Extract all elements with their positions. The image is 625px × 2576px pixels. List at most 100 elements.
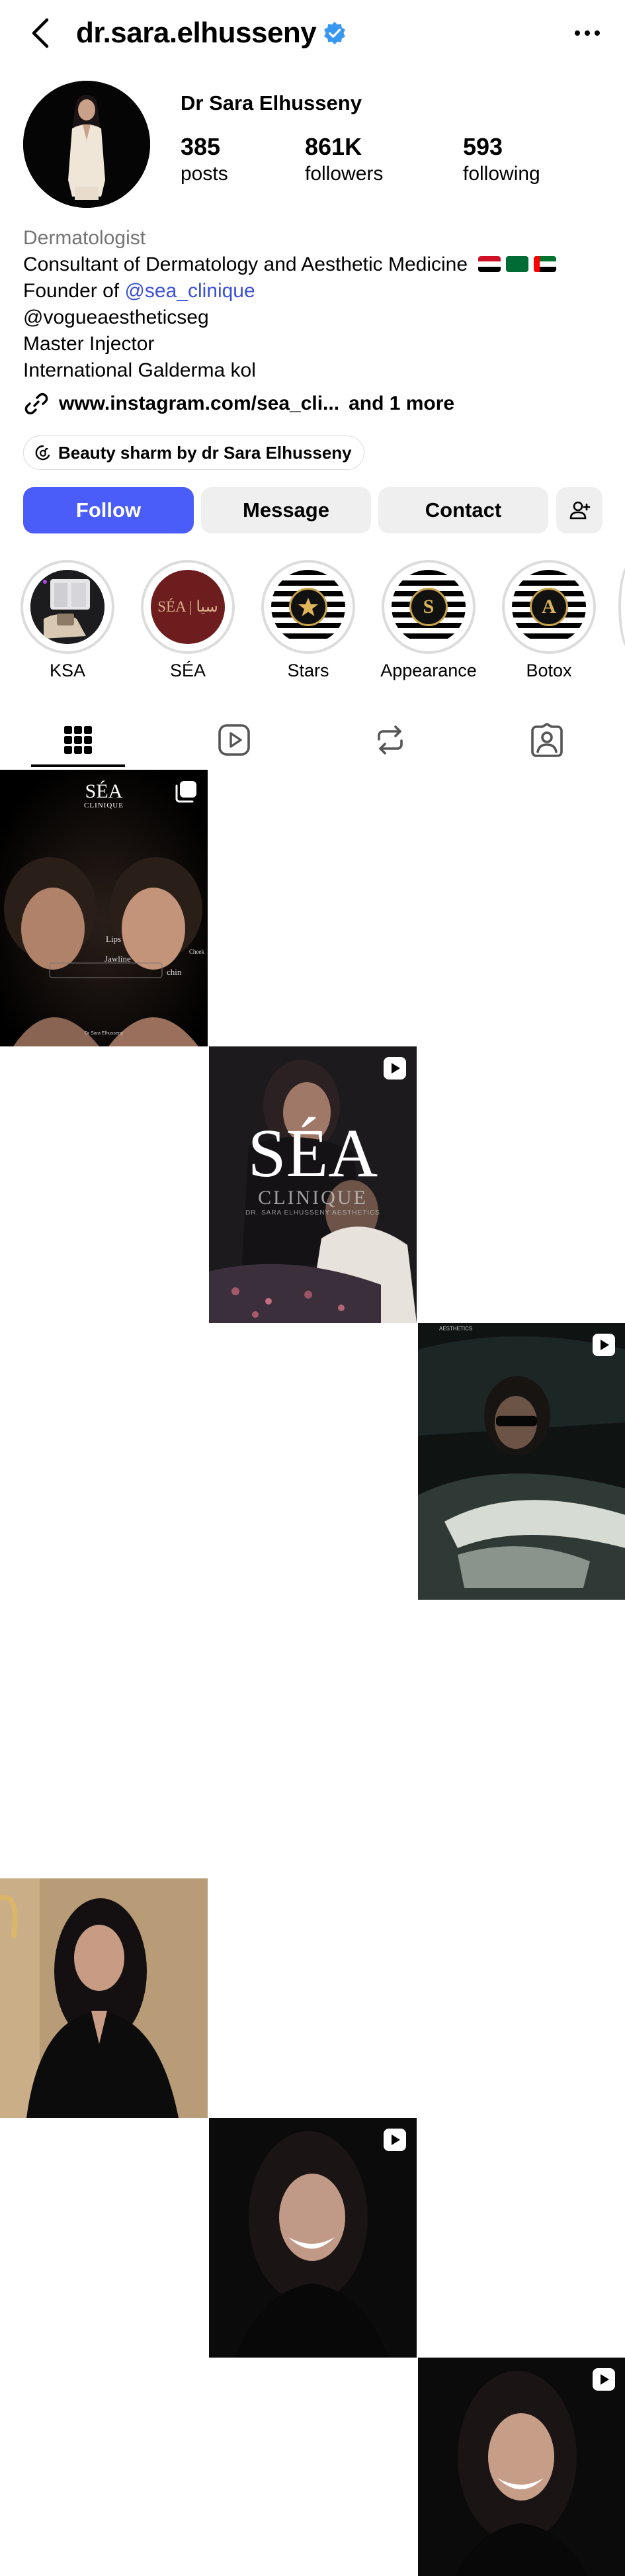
tab-tagged[interactable] — [469, 711, 625, 769]
link-more[interactable]: and 1 more — [349, 392, 454, 415]
following-count: 593 — [463, 133, 503, 160]
message-button[interactable]: Message — [201, 487, 371, 533]
highlight-ring — [261, 560, 355, 654]
highlight-label: Botox — [526, 661, 572, 680]
highlight-cover — [271, 570, 345, 644]
highlight-partial[interactable] — [618, 561, 625, 653]
carousel-icon — [175, 781, 196, 803]
following-stat[interactable]: 593 following — [463, 132, 540, 187]
highlight-cover — [30, 570, 104, 644]
post-thumbnail — [0, 1878, 208, 2118]
post-tagline: DR. SARA ELHUSSENY AESTHETICS — [245, 1209, 380, 1217]
link-icon — [24, 392, 48, 415]
avatar-photo — [23, 81, 150, 208]
highlight-ring: S — [382, 560, 476, 654]
post-thumbnail — [418, 1323, 625, 1600]
followers-label: followers — [305, 163, 384, 185]
post-tag: Lips — [106, 934, 122, 944]
profile-tabs — [0, 711, 625, 769]
post-tag: chin — [167, 967, 182, 977]
bio-line-text: Founder of — [23, 280, 125, 302]
highlight-medal: S — [409, 588, 448, 626]
highlight-cover-image — [30, 570, 104, 644]
grid-post-5[interactable] — [209, 2118, 417, 2358]
followers-count: 861K — [305, 133, 362, 160]
suggested-accounts-button[interactable] — [556, 487, 603, 533]
posts-stat[interactable]: 385 posts — [181, 132, 228, 187]
grid-post-4[interactable] — [0, 1878, 208, 2118]
profile-avatar[interactable] — [23, 81, 150, 208]
tab-reposts[interactable] — [312, 711, 468, 769]
bio-line: Consultant of Dermatology and Aesthetic … — [23, 252, 605, 278]
posts-count: 385 — [181, 133, 221, 160]
bio-line: Founder of @sea_clinique — [23, 278, 605, 304]
contact-button[interactable]: Contact — [378, 487, 548, 533]
tagged-icon — [531, 723, 563, 757]
bio-line: @vogueaestheticseg — [23, 306, 209, 328]
repost-icon — [378, 725, 403, 755]
more-options-button[interactable] — [567, 20, 607, 46]
following-label: following — [463, 163, 540, 185]
more-horizontal-icon — [575, 30, 600, 36]
verified-badge-icon — [324, 21, 346, 45]
highlight-medal: A — [530, 588, 568, 626]
highlight-stars[interactable]: Stars — [261, 560, 355, 681]
profile-username: dr.sara.elhusseny — [76, 15, 347, 52]
sea-clinique-mention-link[interactable]: @sea_clinique — [124, 280, 255, 302]
highlight-label: Appearance — [380, 661, 477, 680]
highlight-cover: S — [392, 570, 466, 644]
link-url[interactable]: www.instagram.com/sea_cli... — [59, 392, 339, 415]
post-thumbnail — [209, 2118, 417, 2358]
egypt-flag-icon — [478, 256, 501, 273]
bio-line: International Galderma kol — [23, 359, 256, 381]
highlight-cover: SÉA | سيا — [151, 570, 225, 644]
post-watermark: Dr Sara Elhusseny — [84, 1031, 124, 1036]
post-caption: AESTHETICS — [439, 1326, 473, 1332]
active-tab-indicator — [31, 764, 125, 767]
highlight-botox[interactable]: A Botox — [502, 560, 596, 681]
post-brand: SÉA CLINIQUE DR. SARA ELHUSSENY AESTHETI… — [209, 1115, 417, 1217]
threads-profile-chip[interactable]: Beauty sharm by dr Sara Elhusseny — [23, 436, 364, 470]
uae-flag-icon — [534, 256, 557, 273]
grid-icon — [64, 726, 92, 754]
highlight-appearance[interactable]: S Appearance — [380, 560, 477, 681]
tab-reels[interactable] — [156, 711, 312, 769]
grid-post-2[interactable]: SÉA CLINIQUE DR. SARA ELHUSSENY AESTHETI… — [209, 1046, 417, 1323]
post-brand-title: SÉA — [247, 1115, 378, 1191]
bio-links[interactable]: www.instagram.com/sea_cli... and 1 more — [23, 389, 454, 418]
highlight-sea[interactable]: SÉA | سيا SÉA — [141, 560, 235, 681]
threads-icon — [35, 445, 50, 461]
profile-header: dr.sara.elhusseny — [0, 0, 625, 66]
highlight-label: KSA — [49, 661, 86, 680]
tab-posts[interactable] — [0, 711, 156, 769]
reel-icon — [593, 1334, 615, 1356]
saudi-flag-icon — [506, 256, 529, 273]
bio-category: Dermatologist — [23, 227, 146, 249]
display-name: Dr Sara Elhusseny — [181, 91, 362, 115]
grid-post-3[interactable]: AESTHETICS — [418, 1323, 625, 1600]
highlight-label: SÉA — [169, 661, 206, 680]
threads-chip-label: Beauty sharm by dr Sara Elhusseny — [58, 442, 352, 463]
profile-bio: Dermatologist Consultant of Dermatology … — [23, 225, 605, 384]
bio-line: Master Injector — [23, 333, 155, 355]
highlight-cover: A — [512, 570, 586, 644]
highlight-label: Stars — [287, 661, 329, 680]
username-text: dr.sara.elhusseny — [76, 17, 317, 49]
back-button[interactable] — [26, 15, 53, 52]
followers-stat[interactable]: 861K followers — [305, 132, 383, 187]
highlight-ksa[interactable]: KSA — [21, 560, 114, 681]
grid-post-6[interactable] — [418, 2358, 625, 2576]
highlight-ring — [21, 560, 114, 654]
post-tag: Jawline — [104, 954, 131, 964]
post-brand-subtitle: CLINIQUE — [258, 1187, 368, 1209]
add-person-icon — [569, 501, 591, 520]
grid-post-1[interactable]: SÉA CLINIQUE Lips Jawline chin Cheek Dr … — [0, 770, 208, 1046]
reel-icon — [593, 2368, 615, 2391]
star-icon — [289, 588, 327, 626]
highlight-ring: SÉA | سيا — [141, 560, 235, 654]
follow-button[interactable]: Follow — [23, 487, 194, 533]
chevron-left-icon — [32, 18, 49, 48]
post-tag: Cheek — [189, 948, 204, 955]
bio-line-text: Consultant of Dermatology and Aesthetic … — [23, 253, 468, 275]
reel-icon — [384, 2129, 406, 2151]
